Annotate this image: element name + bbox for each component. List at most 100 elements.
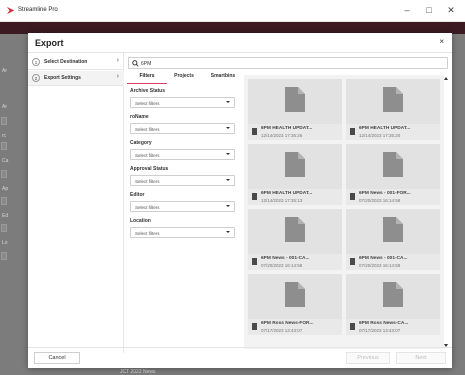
card-meta: 6PM HEALTH UPDAT... 12/14/2023 17:35:13 [248, 189, 342, 205]
media-card[interactable]: 6PM Ross News-CA... 07/17/2023 13:43:07 [346, 274, 440, 335]
document-icon [285, 217, 305, 242]
card-meta: 6PM HEALTH UPDAT... 12/14/2023 17:35:20 [346, 124, 440, 140]
filter-label: Archive Status [130, 88, 166, 94]
select-placeholder: Select filters [135, 230, 160, 236]
file-icon [252, 258, 257, 265]
results-scrollbar[interactable] [444, 75, 449, 349]
scroll-up-icon[interactable] [444, 77, 448, 80]
card-title: 6PM News - 001-FOR... [359, 191, 411, 196]
bg-label: Ap [2, 186, 9, 192]
card-meta: 6PM HEALTH UPDAT... 12/14/2023 17:35:26 [248, 124, 342, 140]
filters-panel: Archive Status Select filters roName Sel… [127, 86, 240, 296]
caret-down-icon [226, 205, 230, 207]
step-label: Export Settings [44, 75, 81, 81]
document-icon [383, 217, 403, 242]
card-date: 07/20/2023 16:14:58 [261, 263, 303, 268]
card-meta: 6PM Ross News-FOR... 07/17/2023 13:43:07 [248, 319, 342, 335]
media-card[interactable]: 6PM HEALTH UPDAT... 12/14/2023 17:35:13 [248, 144, 342, 205]
filter-select-location[interactable]: Select filters [130, 227, 235, 238]
export-dialog: Export × 1 Select Destination › 2 Export… [28, 33, 452, 368]
bg-field [1, 224, 7, 232]
media-card[interactable]: 6PM News - 001-CA... 07/20/2023 16:14:58 [248, 209, 342, 270]
dialog-close-button[interactable]: × [439, 37, 444, 46]
filter-select-roname[interactable]: Select filters [130, 123, 235, 134]
bg-label: Ed [2, 213, 9, 219]
select-placeholder: Select filters [135, 126, 160, 132]
search-icon [132, 60, 139, 67]
file-icon [350, 258, 355, 265]
wizard-steps: 1 Select Destination › 2 Export Settings… [28, 53, 124, 353]
bg-field [1, 197, 7, 205]
bg-field [1, 142, 7, 150]
dialog-footer: Cancel Previous Next [28, 347, 452, 368]
filter-select-editor[interactable]: Select filters [130, 201, 235, 212]
filter-tabs: Filters Projects Smartbins [127, 72, 245, 84]
bg-field [1, 170, 7, 178]
card-title: 6PM HEALTH UPDAT... [261, 126, 313, 131]
bg-label: Ar [2, 104, 7, 110]
document-icon [383, 87, 403, 112]
search-value: 6PM [141, 60, 152, 67]
tab-smartbins[interactable]: Smartbins [205, 73, 241, 79]
window-close-button[interactable]: ✕ [444, 4, 458, 16]
next-button[interactable]: Next [396, 352, 446, 364]
step-label: Select Destination [44, 59, 88, 65]
card-date: 12/14/2023 17:35:20 [359, 133, 401, 138]
card-date: 07/17/2023 13:43:07 [261, 328, 303, 333]
card-date: 07/20/2023 16:14:58 [359, 198, 401, 203]
tab-projects[interactable]: Projects [169, 73, 199, 79]
filter-select-archive-status[interactable]: Select filters [130, 97, 235, 108]
card-date: 12/14/2023 17:35:13 [261, 198, 303, 203]
minimize-button[interactable]: – [400, 4, 414, 16]
media-card[interactable]: 6PM HEALTH UPDAT... 12/14/2023 17:35:26 [248, 79, 342, 140]
window-titlebar: Streamline Pro – □ ✕ [0, 0, 465, 22]
chevron-right-icon: › [116, 73, 119, 80]
search-input[interactable]: 6PM [128, 57, 448, 69]
bg-label: Ca [2, 158, 9, 164]
step-export-settings[interactable]: 2 Export Settings › [28, 71, 124, 86]
bg-label: Lo [2, 240, 8, 246]
active-tab-indicator [127, 83, 167, 84]
card-title: 6PM Ross News-CA... [359, 321, 409, 326]
tab-filters[interactable]: Filters [133, 73, 161, 79]
document-icon [383, 282, 403, 307]
file-icon [350, 128, 355, 135]
media-card[interactable]: 6PM Ross News-FOR... 07/17/2023 13:43:07 [248, 274, 342, 335]
card-title: 6PM News - 001-CA... [261, 256, 310, 261]
document-icon [285, 152, 305, 177]
card-meta: 6PM News - 001-CA... 07/20/2023 16:14:58 [346, 254, 440, 270]
select-placeholder: Select filters [135, 152, 160, 158]
media-card[interactable]: 6PM News - 001-CA... 07/20/2023 16:14:58 [346, 209, 440, 270]
cancel-button[interactable]: Cancel [34, 352, 80, 364]
bg-bottom-text: JCT 2022 News [120, 369, 156, 375]
bg-field [1, 252, 7, 260]
file-icon [350, 323, 355, 330]
bg-label: Ar [2, 68, 7, 74]
select-placeholder: Select filters [135, 204, 160, 210]
file-icon [252, 128, 257, 135]
filter-label: Location [130, 218, 151, 224]
previous-button[interactable]: Previous [346, 352, 390, 364]
step-select-destination[interactable]: 1 Select Destination › [28, 55, 124, 70]
card-title: 6PM HEALTH UPDAT... [359, 126, 411, 131]
maximize-button[interactable]: □ [422, 4, 436, 16]
document-icon [383, 152, 403, 177]
bg-field [1, 117, 7, 125]
file-icon [252, 193, 257, 200]
document-icon [285, 87, 305, 112]
document-icon [285, 282, 305, 307]
caret-down-icon [226, 231, 230, 233]
media-card[interactable]: 6PM HEALTH UPDAT... 12/14/2023 17:35:20 [346, 79, 440, 140]
card-meta: 6PM Ross News-CA... 07/17/2023 13:43:07 [346, 319, 440, 335]
window-title: Streamline Pro [18, 7, 58, 13]
results-grid: 6PM HEALTH UPDAT... 12/14/2023 17:35:26 … [244, 75, 444, 349]
filter-select-category[interactable]: Select filters [130, 149, 235, 160]
dialog-header: Export × [28, 33, 452, 53]
caret-down-icon [226, 127, 230, 129]
filter-select-approval-status[interactable]: Select filters [130, 175, 235, 186]
chevron-right-icon: › [116, 57, 119, 64]
card-title: 6PM News - 001-CA... [359, 256, 408, 261]
card-meta: 6PM News - 001-CA... 07/20/2023 16:14:58 [248, 254, 342, 270]
select-placeholder: Select filters [135, 100, 160, 106]
media-card[interactable]: 6PM News - 001-FOR... 07/20/2023 16:14:5… [346, 144, 440, 205]
